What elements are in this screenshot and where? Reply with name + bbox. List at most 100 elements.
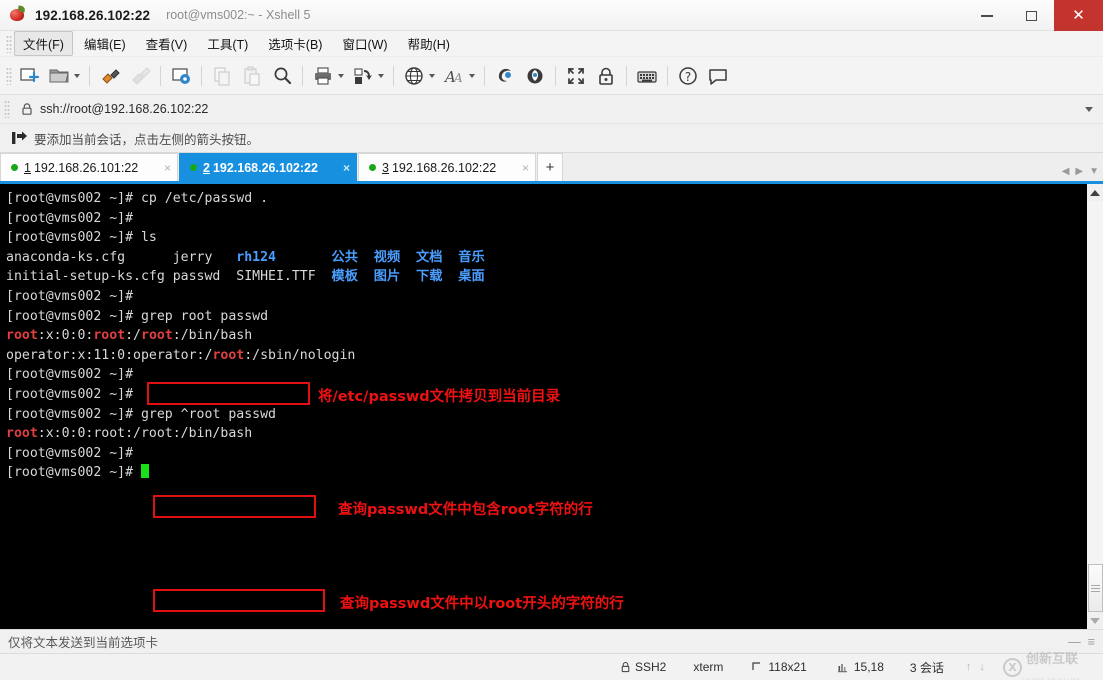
scroll-down-button[interactable] bbox=[1087, 612, 1103, 629]
menu-view[interactable]: 查看(V) bbox=[137, 31, 197, 56]
xagent-icon bbox=[524, 65, 546, 87]
toolbar-separator bbox=[393, 65, 394, 86]
fullscreen-button[interactable] bbox=[561, 61, 591, 91]
chevron-down-icon bbox=[1090, 617, 1100, 624]
terminal-line: operator:x:11:0:operator:/root:/sbin/nol… bbox=[6, 346, 1086, 366]
menu-window[interactable]: 窗口(W) bbox=[333, 31, 396, 56]
connection-status-dot bbox=[190, 164, 197, 171]
menu-tools[interactable]: 工具(T) bbox=[198, 31, 257, 56]
terminal-line: anaconda-ks.cfg jerry rh124 公共 视频 文档 音乐 bbox=[6, 248, 1086, 268]
terminal-text: :/ bbox=[125, 328, 141, 344]
lock-icon bbox=[620, 661, 631, 673]
chevron-down-icon[interactable] bbox=[469, 73, 475, 78]
terminal-scrollbar[interactable] bbox=[1086, 184, 1103, 629]
status-minimize-icon[interactable]: — bbox=[1068, 635, 1081, 649]
minimize-button[interactable] bbox=[964, 0, 1009, 31]
tab-prev-icon[interactable]: ◀ bbox=[1062, 166, 1070, 177]
find-button[interactable] bbox=[267, 61, 297, 91]
xftp-button[interactable] bbox=[490, 61, 520, 91]
address-url[interactable]: ssh://root@192.168.26.102:22 bbox=[40, 102, 208, 116]
font-icon: AA bbox=[443, 65, 465, 87]
transfer-button[interactable] bbox=[348, 61, 388, 91]
tab-navigation: ◀ ▶ ▼ bbox=[1062, 166, 1099, 177]
status-message-text: 仅将文本发送到当前选项卡 bbox=[8, 636, 159, 650]
address-bar[interactable]: ssh://root@192.168.26.102:22 bbox=[0, 95, 1103, 124]
scrollbar-thumb[interactable] bbox=[1087, 564, 1103, 612]
terminal-line: initial-setup-ks.cfg passwd SIMHEI.TTF 模… bbox=[6, 267, 1086, 287]
menu-help[interactable]: 帮助(H) bbox=[399, 31, 459, 56]
arrow-up-icon: ↑ bbox=[965, 661, 972, 673]
terminal-text: :/sbin/nologin bbox=[244, 347, 356, 363]
chevron-down-icon[interactable] bbox=[429, 73, 435, 78]
help-button[interactable]: ? bbox=[673, 61, 703, 91]
chevron-down-icon[interactable] bbox=[378, 73, 384, 78]
tab-192-168-26-101-22[interactable]: 1 192.168.26.101:22 × bbox=[0, 153, 178, 181]
tab-close-icon[interactable]: × bbox=[333, 162, 350, 174]
tab-close-icon[interactable]: × bbox=[154, 162, 171, 174]
terminal-text: [root@vms002 ~]# bbox=[6, 465, 141, 481]
menu-grip[interactable] bbox=[6, 34, 12, 53]
transfer-icon bbox=[352, 65, 374, 87]
status-position-label: 15,18 bbox=[853, 660, 884, 674]
address-bar-grip[interactable] bbox=[4, 100, 10, 118]
scrollbar-track[interactable] bbox=[1086, 201, 1103, 612]
globe-button[interactable] bbox=[399, 61, 439, 91]
terminal-text: [root@vms002 ~]# ls bbox=[6, 230, 157, 246]
terminal-line: root:x:0:0:root:/root:/bin/bash bbox=[6, 424, 1086, 444]
tab-192-168-26-102-22-active[interactable]: 2 192.168.26.102:22 × bbox=[179, 153, 357, 181]
chevron-down-icon[interactable] bbox=[1085, 106, 1093, 112]
font-button[interactable]: AA bbox=[439, 61, 479, 91]
disconnect-icon bbox=[129, 65, 151, 87]
status-cursor-position: 15,18 bbox=[837, 660, 884, 674]
print-button[interactable] bbox=[308, 61, 348, 91]
minimize-icon bbox=[980, 14, 993, 17]
status-message-bar: 仅将文本发送到当前选项卡 — ≡ bbox=[0, 629, 1103, 653]
chevron-up-icon bbox=[1090, 189, 1100, 196]
watermark-subtext: CHUANG XIN HU LIAN bbox=[1022, 676, 1081, 680]
maximize-button[interactable] bbox=[1009, 0, 1054, 31]
lock-button[interactable] bbox=[591, 61, 621, 91]
menu-edit[interactable]: 编辑(E) bbox=[75, 31, 135, 56]
terminal-output[interactable]: [root@vms002 ~]# cp /etc/passwd . [root@v… bbox=[0, 184, 1086, 629]
toolbar-separator bbox=[667, 65, 668, 86]
session-properties-button[interactable] bbox=[166, 61, 196, 91]
title-bar: 192.168.26.102:22 root@vms002:~ - Xshell… bbox=[0, 0, 1103, 31]
terminal-line: [root@vms002 ~]# cp /etc/passwd . bbox=[6, 189, 1086, 209]
keyboard-button[interactable] bbox=[632, 61, 662, 91]
menu-tabs[interactable]: 选项卡(B) bbox=[259, 31, 331, 56]
window-title: 192.168.26.102:22 bbox=[35, 7, 151, 23]
toolbar-grip[interactable] bbox=[6, 66, 12, 85]
toolbar: AA ? bbox=[0, 57, 1103, 95]
terminal-text: [root@vms002 ~]# bbox=[6, 210, 134, 226]
toolbar-separator bbox=[626, 65, 627, 86]
tab-list-icon[interactable]: ▼ bbox=[1089, 166, 1099, 177]
chevron-down-icon[interactable] bbox=[74, 73, 80, 78]
xagent-button[interactable] bbox=[520, 61, 550, 91]
new-session-button[interactable] bbox=[14, 61, 44, 91]
fullscreen-icon bbox=[565, 65, 587, 87]
toolbar-separator bbox=[201, 65, 202, 86]
tab-close-icon[interactable]: × bbox=[512, 162, 529, 174]
connect-button[interactable] bbox=[95, 61, 125, 91]
new-tab-button[interactable]: + bbox=[537, 153, 563, 181]
terminal-text: [root@vms002 ~]# bbox=[6, 367, 134, 383]
status-restore-icon[interactable]: ≡ bbox=[1088, 635, 1095, 649]
tab-next-icon[interactable]: ▶ bbox=[1075, 166, 1083, 177]
tab-label: 192.168.26.102:22 bbox=[391, 160, 497, 175]
annotation-text-cp: 将/etc/passwd文件拷贝到当前目录 bbox=[318, 389, 561, 405]
menu-file[interactable]: 文件(F) bbox=[14, 31, 73, 56]
terminal-text: :/bin/bash bbox=[172, 328, 253, 344]
paste-button bbox=[237, 61, 267, 91]
chat-button[interactable] bbox=[703, 61, 733, 91]
terminal-line: [root@vms002 ~]# bbox=[6, 444, 1086, 464]
terminal-line: [root@vms002 ~]# bbox=[6, 287, 1086, 307]
terminal-text: jerry bbox=[172, 249, 237, 265]
close-button[interactable]: ✕ bbox=[1054, 0, 1103, 31]
terminal-text: SIMHEI.TTF bbox=[236, 269, 332, 285]
chevron-down-icon[interactable] bbox=[338, 73, 344, 78]
scroll-up-button[interactable] bbox=[1087, 184, 1103, 201]
add-session-arrow-icon[interactable] bbox=[10, 130, 28, 146]
tab-number: 3 bbox=[382, 160, 389, 175]
open-folder-button[interactable] bbox=[44, 61, 84, 91]
tab-192-168-26-102-22-third[interactable]: 3 192.168.26.102:22 × bbox=[358, 153, 536, 181]
